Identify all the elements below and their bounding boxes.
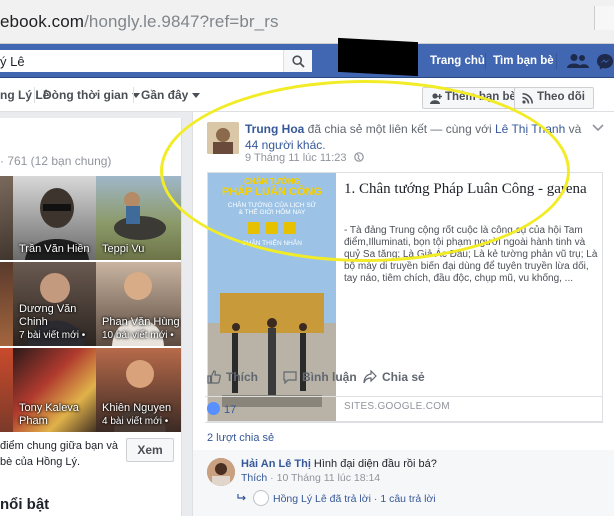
search-box[interactable]: ý Lê <box>0 50 312 72</box>
avatar-image <box>207 458 235 486</box>
comment-text: Hải An Lê Thị Hình đại diện đầu rồi bá? <box>241 458 437 470</box>
profile-nav-divider <box>34 87 35 103</box>
friend-name: Teppi Vu <box>102 243 145 255</box>
reply-separator: · <box>370 493 381 505</box>
tab-timeline[interactable]: Dòng thời gian <box>43 88 141 102</box>
tab-timeline-label: Dòng thời gian <box>43 88 129 102</box>
friend-name-text: Dương Văn Chinh <box>19 303 77 328</box>
reply-arrow-icon <box>237 494 246 501</box>
search-icon <box>291 54 305 68</box>
post-and-text: và <box>565 122 582 136</box>
friends-panel: · 761 (12 bạn chung) Trần Văn Hiền Teppi… <box>0 118 182 516</box>
reply-author: Hồng Lý Lê <box>273 493 327 505</box>
comments-section: Hải An Lê Thị Hình đại diện đầu rồi bá? … <box>193 450 614 516</box>
divider <box>205 396 603 397</box>
like-button[interactable]: Thích <box>207 370 258 384</box>
like-count-text: 17 <box>224 404 237 416</box>
commenter-name[interactable]: Hải An Lê Thị <box>241 458 311 470</box>
friend-name-text: Phan Văn Hùng <box>102 316 180 328</box>
friend-tile[interactable]: Dương Văn Chinh 7 bài viết mới • <box>13 262 99 346</box>
friends-count: · 761 (12 bạn chung) <box>0 154 112 168</box>
comment-time[interactable]: 10 Tháng 11 lúc 18:14 <box>277 472 381 484</box>
reply-summary[interactable]: Hồng Lý Lê đã trả lời · 1 câu trả lời <box>237 490 436 506</box>
friend-name: Tony Kaleva Pham <box>19 402 79 427</box>
friend-tile[interactable]: Tony Kaleva Pham <box>13 348 99 432</box>
messenger-icon[interactable] <box>596 53 614 70</box>
friend-posts-count: 7 bài viết mới • <box>19 330 86 341</box>
share-count[interactable]: 2 lượt chia sẻ <box>207 432 274 444</box>
see-button[interactable]: Xem <box>126 438 174 462</box>
chevron-down-icon <box>192 93 201 99</box>
comment-body: Hình đại diện đầu rồi bá? <box>310 458 437 470</box>
url-path: /hongly.le.9847?ref=br_rs <box>84 12 279 31</box>
comment-button[interactable]: Bình luận <box>283 370 357 385</box>
tab-recent-label: Gần đây <box>141 88 189 102</box>
friend-name: Phan Văn Hùng 10 bài viết mới • <box>102 316 180 342</box>
friend-name: Dương Văn Chinh 7 bài viết mới • <box>19 303 99 342</box>
reply-action: đã trả lời <box>326 493 371 505</box>
reply-count: 1 câu trả lời <box>380 493 436 505</box>
share-label: Chia sẻ <box>382 370 425 384</box>
censor-block <box>338 37 418 77</box>
divider <box>205 422 603 423</box>
friend-posts-count: 4 bài viết mới • <box>102 416 169 427</box>
highlights-heading: nổi bật <box>0 496 50 513</box>
share-button[interactable]: Chia sẻ <box>363 369 425 384</box>
friend-name-text: Khiên Nguyen <box>102 402 172 414</box>
url-domain: ebook.com <box>0 12 85 31</box>
friend-tile[interactable]: Phan Văn Hùng 10 bài viết mới • <box>96 262 181 346</box>
friend-tile[interactable]: Khiên Nguyen 4 bài viết mới • <box>96 348 181 432</box>
friend-requests-icon[interactable] <box>567 53 589 69</box>
search-input[interactable]: ý Lê <box>0 54 25 69</box>
browser-address-bar[interactable]: ebook.com/hongly.le.9847?ref=br_rs <box>0 0 614 44</box>
post-actions: Thích Bình luận Chia sẻ <box>207 368 603 398</box>
share-icon <box>363 369 377 384</box>
like-badge-icon <box>207 402 220 415</box>
url-text[interactable]: ebook.com/hongly.le.9847?ref=br_rs <box>0 12 279 32</box>
thumbs-up-icon <box>207 370 221 384</box>
tab-recent[interactable]: Gần đây <box>141 88 201 102</box>
commenter-avatar[interactable] <box>207 458 235 486</box>
profile-nav-divider <box>133 87 134 103</box>
comment-label: Bình luận <box>302 370 357 384</box>
reaction-count[interactable]: 17 <box>207 402 236 416</box>
comment-like-link[interactable]: Thích <box>241 472 267 484</box>
friend-posts-count: 10 bài viết mới • <box>102 330 174 341</box>
comment-meta: Thích · 10 Tháng 11 lúc 18:14 <box>241 472 380 484</box>
nav-home[interactable]: Trang chủ <box>430 55 485 67</box>
link-domain: SITES.GOOGLE.COM <box>344 401 450 412</box>
comment-icon <box>283 371 297 385</box>
meta-separator: · <box>267 472 277 484</box>
follow-button[interactable]: Theo dõi <box>514 87 594 109</box>
reply-avatar <box>253 490 269 506</box>
annotation-circle <box>160 80 570 262</box>
friend-name: Trần Văn Hiền <box>19 243 90 255</box>
follow-label: Theo dõi <box>537 91 585 103</box>
search-button[interactable] <box>283 50 312 72</box>
profile-name-tab[interactable]: ng Lý Lê <box>0 88 49 102</box>
browser-side-button[interactable] <box>594 6 614 30</box>
friend-tile[interactable]: Trần Văn Hiền <box>13 176 99 260</box>
mutual-note: điểm chung giữa bạn và bè của Hồng Lý. <box>0 440 119 468</box>
facebook-header: ý Lê Trang chủ Tìm bạn bè <box>0 44 614 78</box>
nav-divider <box>485 53 486 69</box>
rss-icon <box>522 93 533 104</box>
chevron-down-icon[interactable] <box>592 124 604 132</box>
nav-divider <box>556 53 557 69</box>
like-label: Thích <box>226 370 258 384</box>
friend-name: Khiên Nguyen 4 bài viết mới • <box>102 402 171 428</box>
nav-find-friends[interactable]: Tìm bạn bè <box>493 55 554 67</box>
